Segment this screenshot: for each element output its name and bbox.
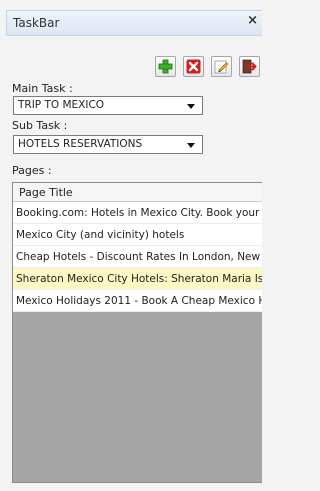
close-button[interactable]: ×	[247, 13, 258, 28]
sub-task-select[interactable]: HOTELS RESERVATIONS	[13, 135, 203, 154]
main-task-select[interactable]: TRIP TO MEXICO	[13, 96, 203, 115]
chevron-down-icon	[187, 104, 195, 109]
column-header-page-title[interactable]: Page Title	[13, 183, 262, 202]
list-item[interactable]: Booking.com: Hotels in Mexico City. Book…	[13, 202, 262, 224]
pages-list[interactable]: Page Title Booking.com: Hotels in Mexico…	[12, 182, 262, 483]
sub-task-label: Sub Task :	[12, 119, 68, 132]
add-button[interactable]	[155, 56, 176, 77]
chevron-down-icon	[187, 143, 195, 148]
pages-list-body: Booking.com: Hotels in Mexico City. Book…	[13, 202, 262, 312]
exit-icon	[242, 59, 257, 74]
toolbar	[155, 56, 260, 77]
list-item[interactable]: Mexico Holidays 2011 - Book A Cheap Mexi…	[13, 290, 262, 312]
window-title: TaskBar	[13, 16, 60, 30]
list-item[interactable]: Mexico City (and vicinity) hotels	[13, 224, 262, 246]
main-task-label: Main Task :	[12, 82, 73, 95]
edit-button[interactable]	[211, 56, 232, 77]
add-icon	[158, 59, 173, 74]
edit-icon	[214, 60, 229, 74]
main-task-value: TRIP TO MEXICO	[18, 99, 105, 111]
list-item[interactable]: Cheap Hotels - Discount Rates In London,…	[13, 246, 262, 268]
delete-button[interactable]	[183, 56, 204, 77]
list-item-selected[interactable]: Sheraton Mexico City Hotels: Sheraton Ma…	[13, 268, 262, 290]
title-bar: TaskBar ×	[6, 10, 262, 36]
pages-label: Pages :	[12, 164, 52, 177]
delete-icon	[186, 59, 201, 74]
exit-button[interactable]	[239, 56, 260, 77]
sub-task-value: HOTELS RESERVATIONS	[18, 138, 143, 150]
